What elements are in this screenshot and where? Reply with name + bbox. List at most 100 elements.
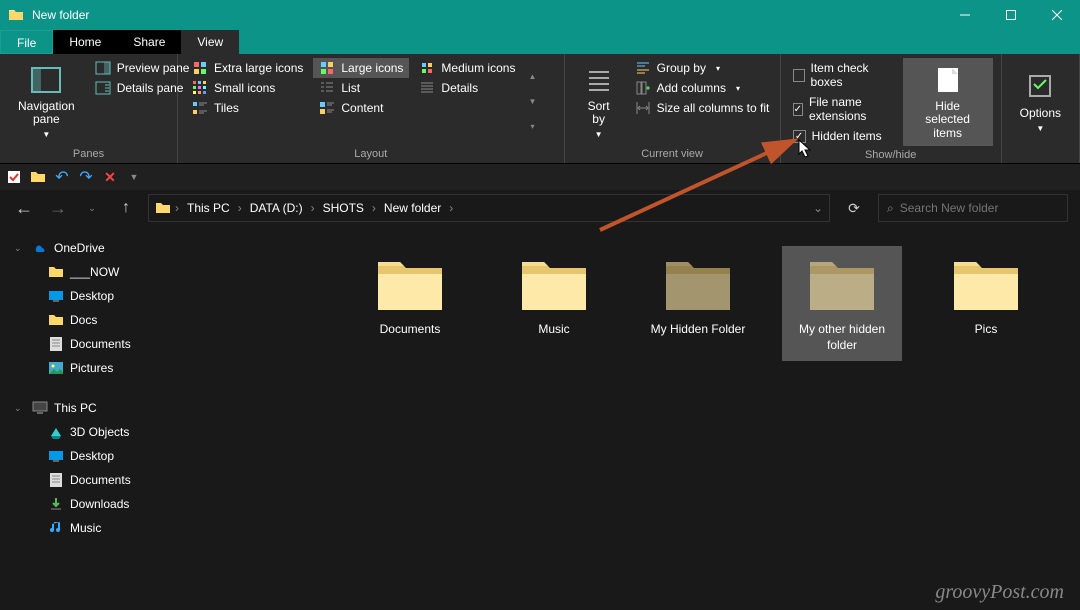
crumb-data[interactable]: DATA (D:) [246, 201, 307, 215]
ribbon: Navigation pane ▼ Preview pane Details p… [0, 54, 1080, 164]
options-button[interactable]: Options ▼ [1010, 58, 1071, 145]
folder-label: My Hidden Folder [651, 322, 746, 338]
tree-item[interactable]: ___NOW [0, 260, 340, 284]
chevron-right-icon[interactable]: › [311, 201, 315, 215]
address-dropdown[interactable]: ⌄ [813, 201, 823, 215]
details-view-button[interactable]: Details [413, 78, 521, 98]
chevron-down-icon[interactable]: ⌄ [14, 243, 26, 254]
search-input[interactable] [900, 201, 1059, 215]
item-checkboxes-toggle[interactable]: Item check boxes [789, 58, 899, 92]
close-button[interactable] [1034, 0, 1080, 30]
add-columns-button[interactable]: Add columns▾ [629, 78, 776, 98]
search-icon: ⌕ [887, 201, 894, 216]
tree-item[interactable]: Desktop [0, 284, 340, 308]
minimize-button[interactable] [942, 0, 988, 30]
folder-icon [8, 7, 24, 23]
chevron-right-icon[interactable]: › [238, 201, 242, 215]
folder-view[interactable]: Documents Music My Hidden Folder My other h… [340, 226, 1080, 610]
address-bar[interactable]: › This PC › DATA (D:) › SHOTS › New fold… [148, 194, 830, 222]
navigation-pane-button[interactable]: Navigation pane ▼ [8, 58, 85, 145]
folder-label: Music [538, 322, 569, 338]
size-columns-button[interactable]: Size all columns to fit [629, 98, 776, 118]
tree-item[interactable]: Music [0, 516, 340, 540]
tab-file[interactable]: File [0, 30, 53, 54]
delete-icon[interactable]: ✕ [102, 169, 118, 185]
hide-selected-button[interactable]: Hide selected items [903, 58, 993, 146]
chevron-right-icon[interactable]: › [175, 201, 179, 215]
maximize-button[interactable] [988, 0, 1034, 30]
recent-dropdown[interactable]: ⌄ [80, 196, 104, 220]
crumb-thispc[interactable]: This PC [183, 201, 234, 215]
group-label-current: Current view [573, 145, 772, 163]
folder-icon [374, 254, 446, 314]
chevron-right-icon[interactable]: › [449, 201, 453, 215]
tab-share[interactable]: Share [117, 30, 181, 54]
file-extensions-toggle[interactable]: File name extensions [789, 92, 899, 126]
group-label-panes: Panes [8, 145, 169, 163]
tree-item[interactable]: Documents [0, 332, 340, 356]
tab-view[interactable]: View [181, 30, 239, 54]
folder-item[interactable]: Documents [350, 246, 470, 346]
medium-icons-button[interactable]: Medium icons [413, 58, 521, 78]
folder-label: My other hidden folder [786, 322, 898, 353]
tree-item[interactable]: Downloads [0, 492, 340, 516]
chevron-down-icon: ▼ [42, 130, 50, 139]
watermark: groovyPost.com [935, 581, 1064, 604]
large-icons-button[interactable]: Large icons [313, 58, 409, 78]
folder-icon [662, 254, 734, 314]
forward-button[interactable]: → [46, 196, 70, 220]
titlebar: New folder [0, 0, 1080, 30]
tab-home[interactable]: Home [53, 30, 117, 54]
navigation-tree[interactable]: ⌄ OneDrive ___NOW Desktop Docs Documents… [0, 226, 340, 610]
scroll-up-icon[interactable]: ▲ [525, 72, 539, 81]
folder-item[interactable]: My Hidden Folder [638, 246, 758, 346]
folder-item[interactable]: My other hidden folder [782, 246, 902, 361]
tree-item[interactable]: Documents [0, 468, 340, 492]
tree-item[interactable]: Desktop [0, 444, 340, 468]
tree-item[interactable]: Pictures [0, 356, 340, 380]
group-by-button[interactable]: Group by▾ [629, 58, 776, 78]
folder-icon[interactable] [30, 169, 46, 185]
tree-onedrive[interactable]: ⌄ OneDrive [0, 236, 340, 260]
folder-label: Documents [380, 322, 441, 338]
extra-large-icons-button[interactable]: Extra large icons [186, 58, 309, 78]
crumb-shots[interactable]: SHOTS [319, 201, 368, 215]
sort-by-button[interactable]: Sort by ▼ [573, 58, 625, 145]
checkbox-icon[interactable] [6, 169, 22, 185]
scroll-down-icon[interactable]: ▼ [525, 97, 539, 106]
crumb-newfolder[interactable]: New folder [380, 201, 445, 215]
folder-icon [155, 200, 171, 216]
folder-icon [518, 254, 590, 314]
group-label-showhide: Show/hide [789, 146, 993, 164]
content-button[interactable]: Content [313, 98, 409, 118]
undo-icon[interactable]: ↶ [54, 169, 70, 185]
ribbon-tabs: File Home Share View [0, 30, 1080, 54]
chevron-down-icon[interactable]: ⌄ [14, 403, 26, 414]
small-icons-button[interactable]: Small icons [186, 78, 309, 98]
chevron-down-icon: ▼ [1036, 124, 1044, 133]
folder-item[interactable]: Music [494, 246, 614, 346]
folder-icon [806, 254, 878, 314]
refresh-button[interactable]: ⟳ [840, 194, 868, 222]
folder-label: Pics [975, 322, 998, 338]
tiles-button[interactable]: Tiles [186, 98, 309, 118]
tree-item[interactable]: Docs [0, 308, 340, 332]
tree-item[interactable]: 3D Objects [0, 420, 340, 444]
folder-icon [950, 254, 1022, 314]
list-button[interactable]: List [313, 78, 409, 98]
search-box[interactable]: ⌕ [878, 194, 1068, 222]
qat-dropdown[interactable]: ▼ [126, 169, 142, 185]
cursor-icon [798, 139, 812, 159]
tree-thispc[interactable]: ⌄ This PC [0, 396, 340, 420]
redo-icon[interactable]: ↷ [78, 169, 94, 185]
up-button[interactable]: ↑ [114, 196, 138, 220]
navbar: ← → ⌄ ↑ › This PC › DATA (D:) › SHOTS › … [0, 190, 1080, 226]
expand-icon[interactable]: ▾ [525, 122, 539, 131]
group-label-layout: Layout [186, 145, 556, 163]
back-button[interactable]: ← [12, 196, 36, 220]
chevron-right-icon[interactable]: › [372, 201, 376, 215]
window-title: New folder [32, 8, 942, 22]
folder-item[interactable]: Pics [926, 246, 1046, 346]
quick-access-toolbar: ↶ ↷ ✕ ▼ [0, 164, 1080, 190]
chevron-down-icon: ▼ [595, 130, 603, 139]
